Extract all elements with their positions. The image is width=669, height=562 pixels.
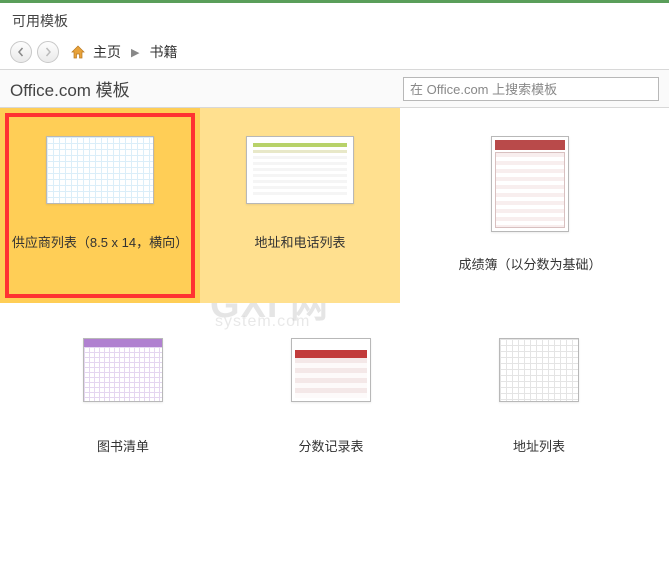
breadcrumb-bar: 主页 ▶ 书籍 [0, 39, 669, 70]
template-label: 分数记录表 [298, 436, 363, 455]
template-item-gradebook[interactable]: 成绩簿（以分数为基础） [400, 108, 660, 303]
search-placeholder: 在 Office.com 上搜索模板 [410, 79, 557, 98]
template-thumbnail [83, 338, 163, 402]
nav-back-button[interactable] [10, 41, 32, 63]
template-item-supplier-list[interactable]: 供应商列表（8.5 x 14，横向） [0, 108, 200, 303]
template-label: 成绩簿（以分数为基础） [458, 254, 601, 273]
breadcrumb-home[interactable]: 主页 [93, 42, 121, 62]
nav-forward-button[interactable] [37, 41, 59, 63]
template-thumbnail [46, 136, 154, 204]
template-item-address-phone-list[interactable]: 地址和电话列表 [200, 108, 400, 303]
page-title: 可用模板 [0, 3, 669, 39]
arrow-right-icon [43, 47, 53, 57]
template-grid-row-1: 供应商列表（8.5 x 14，横向） 地址和电话列表 成绩簿（以分数为基础） [0, 108, 669, 303]
section-title: Office.com 模板 [10, 76, 403, 101]
template-label: 地址列表 [513, 436, 565, 455]
templates-area: GXI 网 system.com 供应商列表（8.5 x 14，横向） 地址和电… [0, 108, 669, 473]
template-label: 地址和电话列表 [254, 232, 345, 251]
breadcrumb-item[interactable]: 书籍 [149, 42, 177, 62]
search-input[interactable]: 在 Office.com 上搜索模板 [403, 77, 659, 101]
section-header: Office.com 模板 在 Office.com 上搜索模板 [0, 70, 669, 108]
chevron-right-icon: ▶ [131, 46, 139, 59]
arrow-left-icon [16, 47, 26, 57]
template-label: 图书清单 [97, 436, 149, 455]
template-item-score-record[interactable]: 分数记录表 [246, 303, 416, 473]
template-item-address-list[interactable]: 地址列表 [454, 303, 624, 473]
template-thumbnail [491, 136, 569, 232]
home-icon[interactable] [70, 44, 86, 60]
breadcrumb: 主页 ▶ 书籍 [93, 42, 177, 62]
template-item-book-list[interactable]: 图书清单 [38, 303, 208, 473]
template-thumbnail [499, 338, 579, 402]
template-grid-row-2: 图书清单 分数记录表 地址列表 [0, 303, 669, 473]
template-thumbnail [246, 136, 354, 204]
template-label: 供应商列表（8.5 x 14，横向） [12, 232, 188, 251]
template-thumbnail [291, 338, 371, 402]
